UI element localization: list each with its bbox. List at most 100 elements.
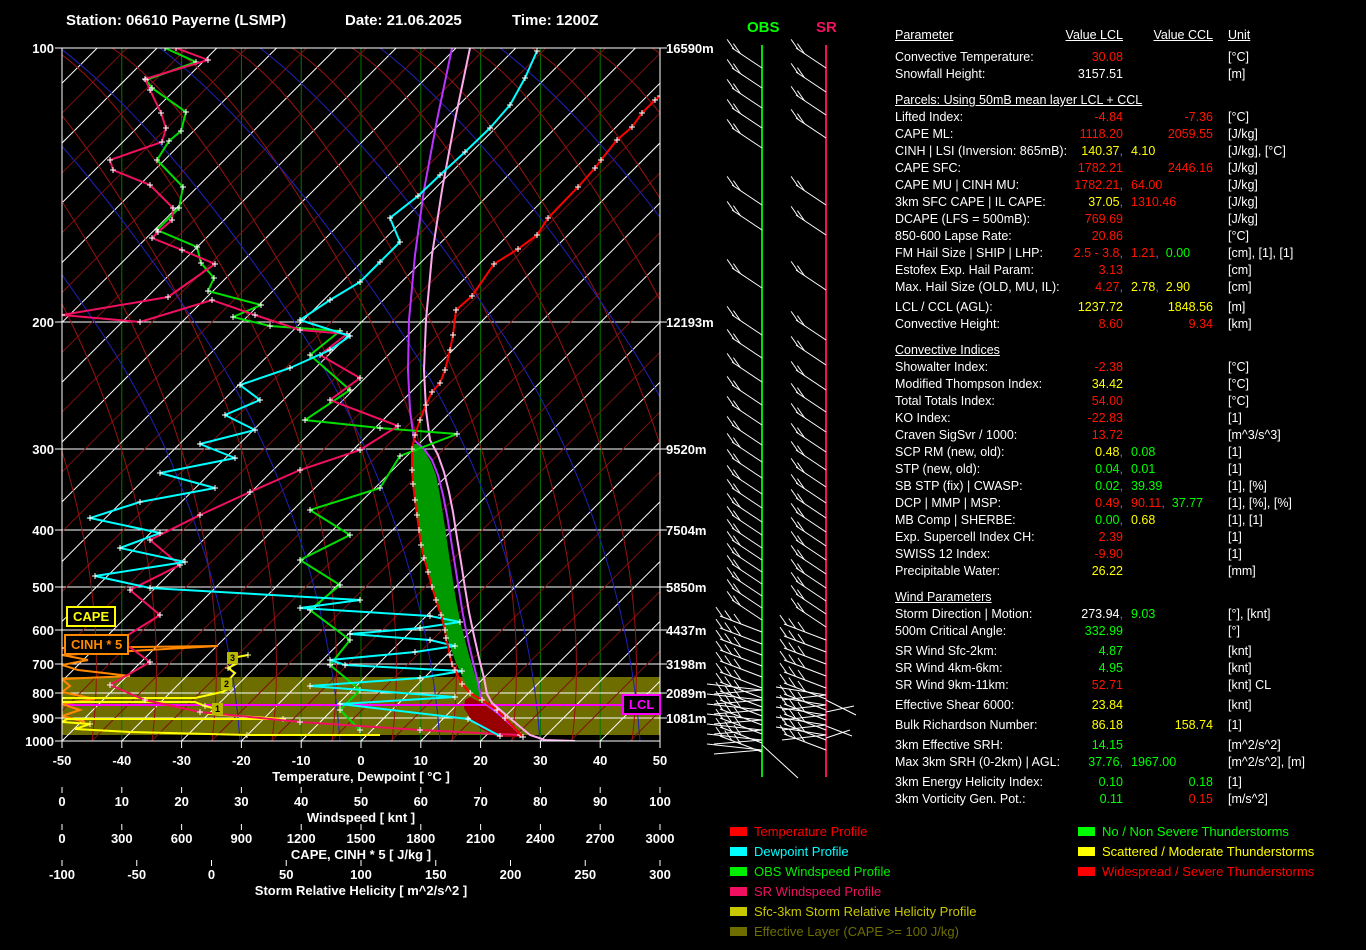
pressure-tick-label: 1000 (25, 734, 54, 749)
param-unit: [cm], [1], [1] (1228, 246, 1294, 260)
srh-tick-label: 300 (649, 867, 671, 882)
param-label: MB Comp | SHERBE: (895, 513, 1016, 527)
param-label: Precipitable Water: (895, 564, 1001, 578)
temp-tick-label: -30 (172, 753, 191, 768)
temp-tick-label: 50 (652, 753, 668, 768)
windspeed-tick-label: 0 (58, 794, 66, 809)
param-value-ccl: 1848.56 (1135, 300, 1213, 314)
value: 1118.20 (1079, 127, 1123, 141)
param-value-extra: 0.68 (1131, 513, 1155, 527)
altitude-label: 1081m (666, 711, 707, 726)
param-unit: [°C] (1228, 229, 1249, 243)
param-value-extra: 0.08 (1131, 445, 1155, 459)
severity-legend-item: Scattered / Moderate Thunderstorms (1078, 844, 1314, 859)
legend-label: OBS Windspeed Profile (754, 864, 891, 879)
legend-label: Scattered / Moderate Thunderstorms (1102, 844, 1315, 859)
value: 0.15 (1188, 792, 1213, 806)
value: 1310.46 (1131, 195, 1177, 209)
param-unit: [°C] (1228, 360, 1249, 374)
cape-tick-label: 3000 (645, 831, 675, 846)
windspeed-tick-label: 80 (533, 794, 548, 809)
param-value-lcl: 0.11 (1003, 792, 1123, 806)
legend-swatch (730, 847, 747, 856)
param-unit: [°C] (1228, 110, 1249, 124)
param-label: Snowfall Height: (895, 67, 986, 81)
legend-swatch (1078, 867, 1095, 876)
param-value-lcl: 273.94, (1081, 607, 1123, 621)
value: 39.39 (1131, 479, 1163, 493)
temp-tick-label: -50 (52, 753, 72, 768)
table-header-value-ccl: Value CCL (1153, 28, 1213, 42)
param-label: CAPE SFC: (895, 161, 961, 175)
param-label: Effective Shear 6000: (895, 698, 1015, 712)
value: 0.00 (1095, 513, 1120, 527)
srh-tick-label: -100 (48, 867, 76, 882)
value: 2.78 (1131, 280, 1156, 294)
value: 769.69 (1084, 212, 1123, 226)
param-unit: [1], [%] (1228, 479, 1267, 493)
value: -7.36 (1184, 110, 1214, 124)
param-unit: [J/kg] (1228, 178, 1258, 192)
param-value-lcl: 2.5 - 3.8, (1073, 246, 1123, 260)
legend-swatch (730, 887, 747, 896)
profile-legend-item: Sfc-3km Storm Relative Helicity Profile (730, 904, 977, 919)
param-unit: [°C] (1228, 377, 1249, 391)
value: 2446.16 (1167, 161, 1213, 175)
value: 37.05 (1088, 195, 1120, 209)
value: 140.37 (1081, 144, 1120, 158)
temp-tick-label: -10 (291, 753, 311, 768)
param-value-lcl: 1782.21, (1074, 178, 1123, 192)
param-label: KO Index: (895, 411, 951, 425)
param-label: SCP RM (new, old): (895, 445, 1005, 459)
param-value-lcl: 3.13 (1003, 263, 1123, 277)
value: 90.11 (1131, 496, 1162, 510)
cape-axis-title: CAPE, CINH * 5 [ J/kg ] (290, 847, 432, 862)
value: 86.18 (1091, 718, 1123, 732)
cape-tick-label: 300 (110, 831, 133, 846)
param-unit: [J/kg], [°C] (1228, 144, 1286, 158)
param-value-lcl: -2.38 (1003, 360, 1124, 374)
value: 23.84 (1091, 698, 1123, 712)
value: 1.21 (1131, 246, 1156, 260)
param-value-ccl: 0.18 (1135, 775, 1213, 789)
section-label: Convective Indices (895, 343, 1000, 357)
profile-legend-item: Dewpoint Profile (730, 844, 849, 859)
km-marker-2: 2 (221, 678, 232, 690)
value: 64.00 (1131, 178, 1163, 192)
windspeed-tick-label: 60 (413, 794, 429, 809)
obs-column-header: OBS (747, 19, 780, 36)
profile-legend-item: SR Windspeed Profile (730, 884, 881, 899)
temp-tick-label: 30 (533, 753, 548, 768)
sr-column-header: SR (816, 19, 837, 36)
pressure-tick-label: 900 (32, 711, 54, 726)
pressure-tick-label: 300 (32, 442, 54, 457)
cape-tick-label: 2400 (525, 831, 555, 846)
altitude-label: 2089m (666, 686, 707, 701)
param-unit: [1], [%], [%] (1228, 496, 1292, 510)
value: 8.60 (1098, 317, 1123, 331)
legend-swatch (730, 827, 747, 836)
param-unit: [1] (1228, 530, 1242, 544)
value: 3157.51 (1077, 67, 1123, 81)
profile-legend-item: Temperature Profile (730, 824, 867, 839)
param-value-extra: 90.11, 37.77 (1131, 496, 1204, 510)
windspeed-tick-label: 70 (473, 794, 488, 809)
value: 0.10 (1098, 775, 1123, 789)
value: 0.00 (1165, 246, 1191, 260)
value: 26.22 (1091, 564, 1123, 578)
value: 3.13 (1098, 263, 1123, 277)
section-label: Wind Parameters (895, 590, 992, 604)
param-value-lcl: 0.02, (1095, 479, 1123, 493)
value: 1967.00 (1131, 755, 1177, 769)
value: 52.71 (1091, 678, 1123, 692)
param-value-lcl: 37.76, (1088, 755, 1123, 769)
legend-label: Temperature Profile (754, 824, 868, 839)
pressure-tick-label: 100 (32, 41, 54, 56)
param-value-ccl: -7.36 (1135, 110, 1214, 124)
table-header-parameter: Parameter (895, 28, 954, 42)
value: 37.77 (1171, 496, 1204, 510)
param-label: Convective Height: (895, 317, 1000, 331)
altitude-label: 4437m (666, 623, 707, 638)
windspeed-tick-label: 10 (114, 794, 130, 809)
legend-swatch (730, 907, 747, 916)
